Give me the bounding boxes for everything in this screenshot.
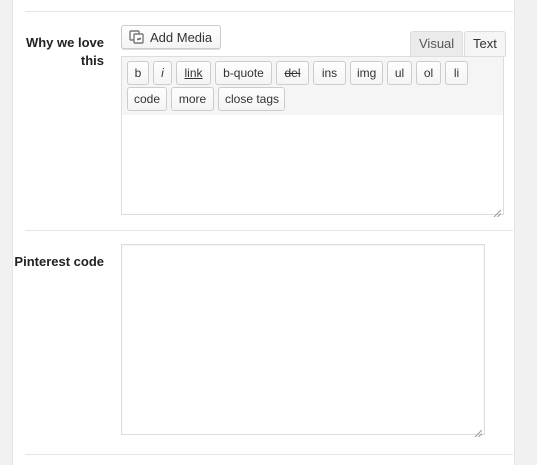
pinterest-code-textarea[interactable]: [121, 244, 485, 438]
add-media-button[interactable]: Add Media: [121, 25, 222, 49]
quicktag-code-button[interactable]: code: [127, 87, 167, 111]
divider-middle: [25, 230, 513, 231]
quicktag-b-button[interactable]: b: [127, 61, 149, 85]
quicktag-li-button[interactable]: li: [445, 61, 468, 85]
tab-text[interactable]: Text: [464, 31, 506, 57]
quicktag-close-tags-button[interactable]: close tags: [218, 87, 285, 111]
quicktag-link-button[interactable]: link: [176, 61, 211, 85]
why-we-love-this-textarea[interactable]: [122, 115, 503, 214]
text-editor: b i link b-quote del ins img ul ol li co…: [121, 56, 504, 218]
tab-visual[interactable]: Visual: [410, 31, 464, 56]
quicktag-b-quote-button[interactable]: b-quote: [215, 61, 272, 85]
quicktag-ol-button[interactable]: ol: [416, 61, 441, 85]
quicktag-i-button[interactable]: i: [153, 61, 172, 85]
quicktag-img-button[interactable]: img: [350, 61, 383, 85]
divider-top: [25, 11, 513, 12]
quicktag-ins-button[interactable]: ins: [313, 61, 346, 85]
add-media-label: Add Media: [150, 29, 213, 45]
media-icon: [129, 29, 145, 45]
pinterest-code-label: Pinterest code: [14, 254, 104, 269]
quicktag-more-button[interactable]: more: [171, 87, 214, 111]
quicktag-del-button[interactable]: del: [276, 61, 309, 85]
meta-box-panel: Why we love this Add Media Visual Text b…: [12, 0, 515, 465]
quicktags-toolbar: b i link b-quote del ins img ul ol li co…: [122, 57, 503, 116]
quicktag-ul-button[interactable]: ul: [387, 61, 412, 85]
resize-grip-icon[interactable]: [493, 204, 502, 218]
divider-bottom: [25, 454, 513, 455]
why-we-love-this-label: Why we love this: [25, 35, 104, 68]
resize-grip-icon[interactable]: [474, 424, 483, 438]
